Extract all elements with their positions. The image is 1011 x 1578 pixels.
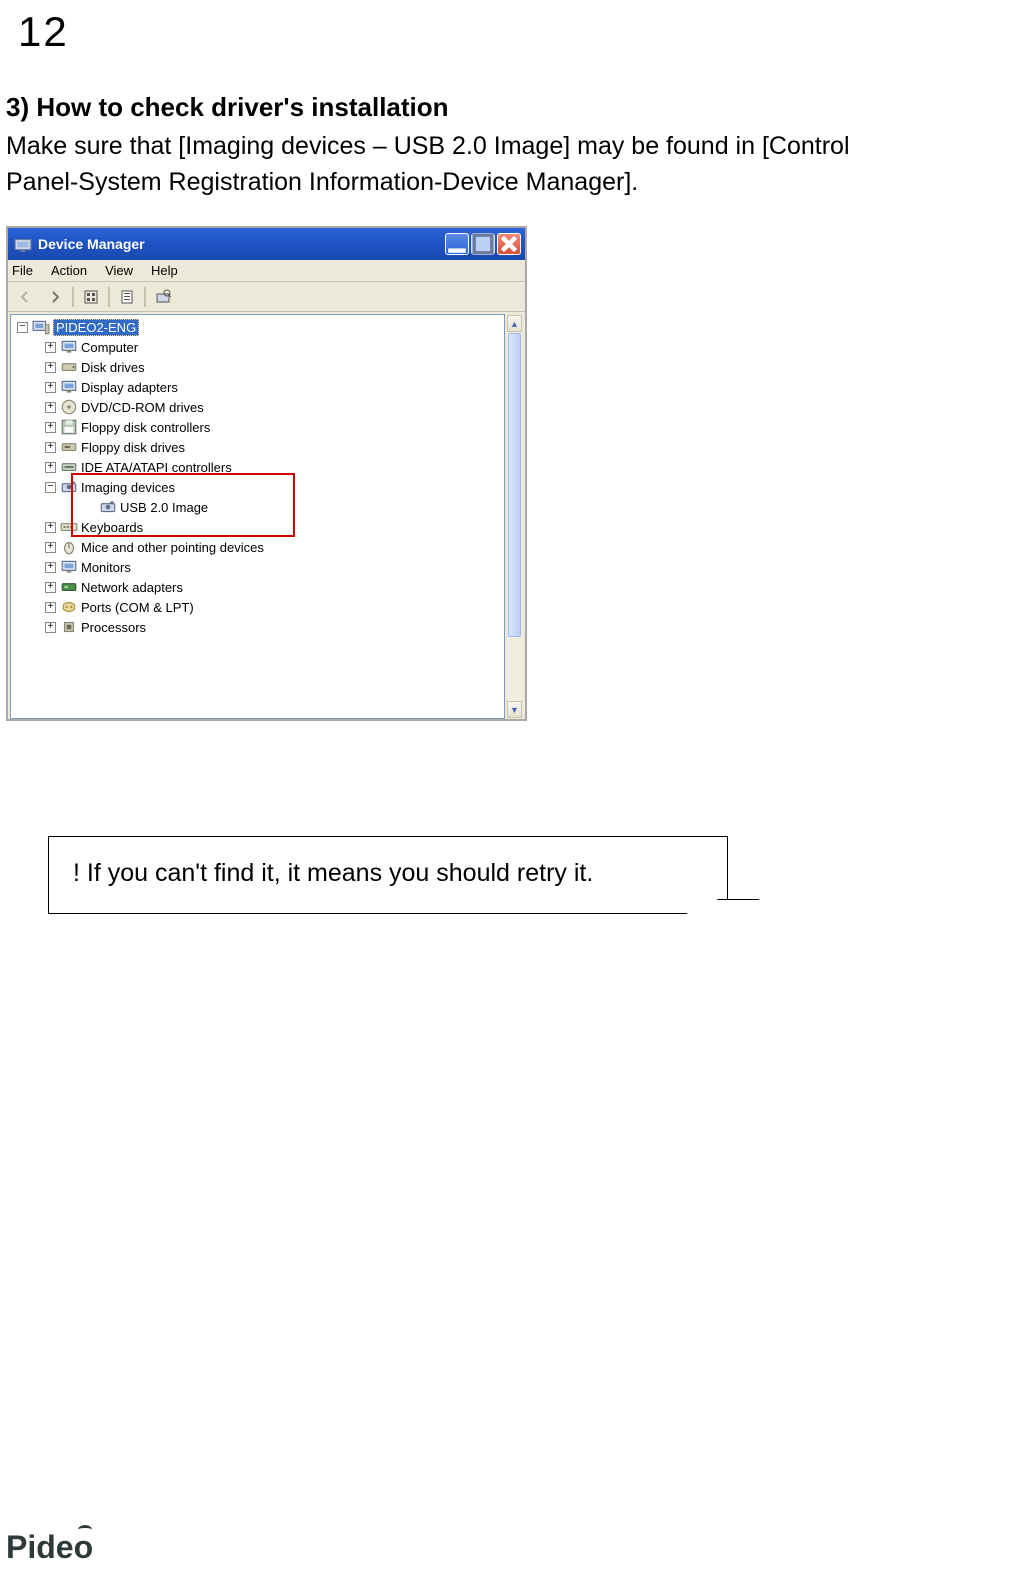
maximize-button[interactable]: [471, 233, 495, 255]
note-text: ! If you can't find it, it means you sho…: [49, 837, 727, 888]
tree-item-processors[interactable]: + Processors: [15, 617, 504, 637]
expand-icon[interactable]: +: [45, 602, 56, 613]
scroll-up-arrow[interactable]: ▲: [507, 315, 522, 332]
ide-icon: [60, 458, 78, 476]
app-icon: [14, 235, 32, 253]
tree-item-label: DVD/CD-ROM drives: [81, 400, 204, 415]
tree-item-network[interactable]: + Network adapters: [15, 577, 504, 597]
expand-icon[interactable]: +: [45, 422, 56, 433]
menubar: File Action View Help: [8, 260, 525, 282]
tree-item-label: USB 2.0 Image: [120, 500, 208, 515]
mouse-icon: [60, 538, 78, 556]
tree-item-label: IDE ATA/ATAPI controllers: [81, 460, 232, 475]
tree-item-label: Mice and other pointing devices: [81, 540, 264, 555]
tree-item-label: Keyboards: [81, 520, 143, 535]
tree-item-usb-image[interactable]: USB 2.0 Image: [15, 497, 504, 517]
scroll-down-arrow[interactable]: ▼: [507, 701, 522, 718]
forward-button[interactable]: [42, 285, 68, 309]
disk-icon: [60, 358, 78, 376]
keyboard-icon: [60, 518, 78, 536]
tree-item-dvd[interactable]: + DVD/CD-ROM drives: [15, 397, 504, 417]
tree-item-keyboards[interactable]: + Keyboards: [15, 517, 504, 537]
computer-icon: [60, 338, 78, 356]
window-title: Device Manager: [38, 236, 445, 252]
tree-item-label: Computer: [81, 340, 138, 355]
collapse-icon[interactable]: −: [17, 322, 28, 333]
network-icon: [60, 578, 78, 596]
tree-item-computer[interactable]: + Computer: [15, 337, 504, 357]
minimize-button[interactable]: [445, 233, 469, 255]
tree-item-label: Processors: [81, 620, 146, 635]
optical-drive-icon: [60, 398, 78, 416]
body-line1: Make sure that [Imaging devices – USB 2.…: [6, 132, 850, 160]
camera-icon: [99, 498, 117, 516]
expand-icon[interactable]: +: [45, 382, 56, 393]
expand-icon[interactable]: +: [45, 562, 56, 573]
port-icon: [60, 598, 78, 616]
display-icon: [60, 378, 78, 396]
cpu-icon: [60, 618, 78, 636]
expand-icon[interactable]: +: [45, 542, 56, 553]
properties-button[interactable]: [114, 285, 140, 309]
vertical-scrollbar[interactable]: ▲ ▼: [506, 314, 523, 719]
window-titlebar[interactable]: Device Manager: [8, 228, 525, 260]
menu-help[interactable]: Help: [151, 263, 178, 278]
page-number: 12: [18, 8, 69, 56]
monitor-icon: [60, 558, 78, 576]
tree-item-label: Network adapters: [81, 580, 183, 595]
device-manager-window: Device Manager File Action View Help: [6, 226, 527, 721]
brand-logo: Pideo: [6, 1529, 93, 1566]
tree-item-display-adapters[interactable]: + Display adapters: [15, 377, 504, 397]
tree-root[interactable]: − PIDEO2-ENG: [15, 317, 504, 337]
tree-area: − PIDEO2-ENG + Computer + Disk drives +: [8, 312, 525, 721]
tree-item-imaging-devices[interactable]: − Imaging devices: [15, 477, 504, 497]
tree-item-label: Monitors: [81, 560, 131, 575]
menu-action[interactable]: Action: [51, 263, 87, 278]
tree-root-label: PIDEO2-ENG: [53, 319, 139, 336]
tree-item-floppy-drives[interactable]: + Floppy disk drives: [15, 437, 504, 457]
expand-icon[interactable]: +: [45, 462, 56, 473]
expand-icon[interactable]: +: [45, 442, 56, 453]
imaging-icon: [60, 478, 78, 496]
view-button[interactable]: [78, 285, 104, 309]
section-heading: 3) How to check driver's installation: [6, 92, 449, 123]
floppy-drive-icon: [60, 438, 78, 456]
tree-item-label: Floppy disk controllers: [81, 420, 210, 435]
tree-item-mice[interactable]: + Mice and other pointing devices: [15, 537, 504, 557]
toolbar: [8, 282, 525, 312]
tree-item-label: Floppy disk drives: [81, 440, 185, 455]
expand-icon[interactable]: +: [45, 362, 56, 373]
back-button[interactable]: [12, 285, 38, 309]
note-box: ! If you can't find it, it means you sho…: [48, 836, 728, 914]
expand-icon[interactable]: +: [45, 342, 56, 353]
menu-view[interactable]: View: [105, 263, 133, 278]
body-text: Make sure that [Imaging devices – USB 2.…: [6, 128, 1011, 200]
tree-item-label: Disk drives: [81, 360, 145, 375]
menu-file[interactable]: File: [12, 263, 33, 278]
tree-item-label: Display adapters: [81, 380, 178, 395]
expand-icon[interactable]: +: [45, 522, 56, 533]
toolbar-separator: [72, 287, 74, 307]
toolbar-separator: [144, 287, 146, 307]
tree-item-floppy-controllers[interactable]: + Floppy disk controllers: [15, 417, 504, 437]
scroll-thumb[interactable]: [508, 333, 521, 637]
expand-icon[interactable]: +: [45, 582, 56, 593]
tree-item-label: Ports (COM & LPT): [81, 600, 194, 615]
tree-item-disk-drives[interactable]: + Disk drives: [15, 357, 504, 377]
tree-item-label: Imaging devices: [81, 480, 175, 495]
computer-icon: [32, 318, 50, 336]
toolbar-separator: [108, 287, 110, 307]
tree-item-monitors[interactable]: + Monitors: [15, 557, 504, 577]
tree-item-ports[interactable]: + Ports (COM & LPT): [15, 597, 504, 617]
scan-button[interactable]: [150, 285, 176, 309]
expand-icon[interactable]: +: [45, 402, 56, 413]
device-tree[interactable]: − PIDEO2-ENG + Computer + Disk drives +: [10, 314, 505, 719]
body-line2: Panel-System Registration Information-De…: [6, 168, 638, 196]
close-button[interactable]: [497, 233, 521, 255]
floppy-icon: [60, 418, 78, 436]
tree-item-ide[interactable]: + IDE ATA/ATAPI controllers: [15, 457, 504, 477]
collapse-icon[interactable]: −: [45, 482, 56, 493]
expand-icon[interactable]: +: [45, 622, 56, 633]
